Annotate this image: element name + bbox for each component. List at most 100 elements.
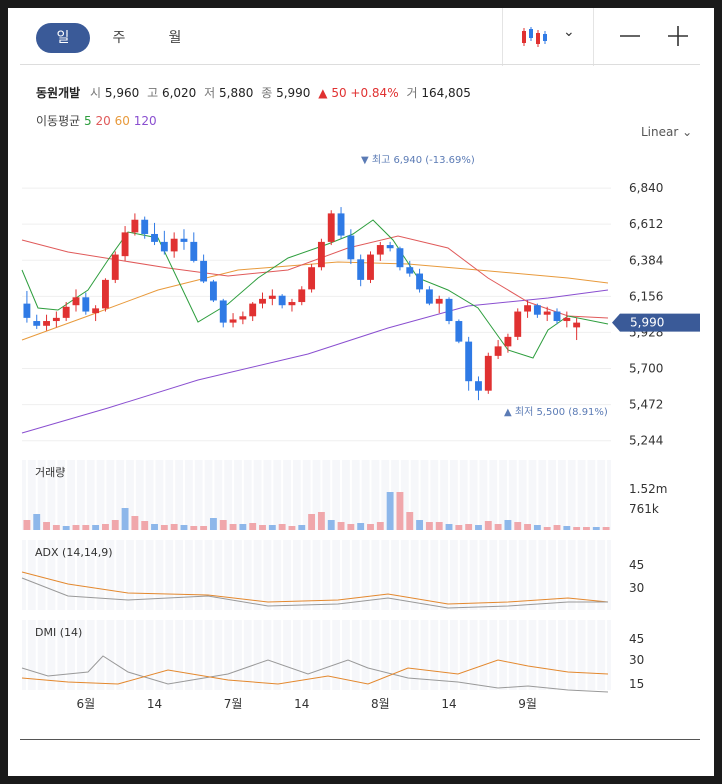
volume-bar (33, 514, 41, 530)
candle-body (533, 305, 541, 315)
volume-title: 거래량 (35, 466, 65, 479)
volume-bar (367, 524, 374, 530)
volume-bar (209, 518, 217, 530)
x-tick-label: 8월 (371, 697, 390, 711)
candle-body (33, 321, 41, 326)
candle-body (23, 303, 31, 318)
price-tick-label: 6,384 (629, 253, 663, 267)
volume-bar (111, 520, 119, 530)
volume-bar (229, 524, 237, 530)
candle-body (347, 235, 355, 260)
candle-body (425, 289, 433, 304)
price-tick-label: 5,700 (629, 362, 663, 376)
volume-bar (583, 527, 590, 530)
candle-body (102, 279, 109, 309)
volume-bar (465, 524, 473, 530)
volume-bar (553, 525, 561, 530)
x-tick-label: 14 (294, 697, 309, 711)
volume-bar (62, 526, 70, 530)
candle-body (327, 213, 335, 242)
current-price-label: 5,990 (630, 316, 664, 330)
volume-bar (268, 525, 276, 530)
candle-body (249, 303, 257, 317)
volume-bar (52, 525, 60, 530)
candle-body (278, 295, 286, 306)
volume-tick-label: 761k (629, 502, 659, 516)
volume-tick-label: 1.52m (629, 482, 667, 496)
volume-bar (102, 524, 109, 530)
volume-bar (386, 492, 394, 530)
volume-bar (249, 523, 257, 530)
chart-canvas[interactable]: 6,8406,6126,3846,1565,9285,7005,4725,244… (8, 8, 714, 738)
adx-tick-label: 45 (629, 558, 644, 572)
candle-body (435, 298, 443, 304)
x-tick-label: 7월 (224, 697, 243, 711)
candle-body (357, 259, 365, 280)
volume-bar (327, 520, 335, 530)
candle-body (494, 346, 502, 356)
candle-body (504, 336, 512, 347)
candle-body (72, 297, 80, 306)
volume-bar (92, 525, 100, 530)
volume-bar (475, 525, 482, 530)
candle-body (514, 311, 522, 337)
candle-body (121, 232, 129, 257)
dmi-tick-label: 15 (629, 677, 644, 691)
volume-bar (484, 521, 492, 530)
volume-bar (288, 526, 296, 530)
volume-bar (23, 520, 31, 530)
candle-body (308, 267, 316, 290)
dmi-panel-bg (22, 620, 611, 690)
low-annotation: ▲ 최저 5,500 (8.91%) (504, 406, 608, 418)
x-tick-label: 9월 (518, 697, 537, 711)
volume-bar (533, 525, 541, 530)
candle-body (376, 245, 384, 255)
candle-body (298, 289, 306, 303)
volume-bar (308, 514, 316, 530)
volume-bar (347, 524, 355, 530)
volume-bar (563, 526, 571, 530)
divider (20, 739, 700, 740)
volume-bar (416, 520, 424, 530)
candle-body (111, 254, 119, 280)
x-tick-label: 6월 (76, 697, 95, 711)
volume-bar (151, 524, 158, 530)
price-tick-label: 6,612 (629, 217, 663, 231)
candle-body (190, 241, 198, 261)
candle-body (455, 321, 463, 342)
dmi-tick-label: 30 (629, 653, 644, 667)
volume-bar (43, 522, 50, 530)
price-tick-label: 5,472 (629, 398, 663, 412)
candle-body (239, 316, 247, 320)
volume-panel-bg (22, 460, 611, 530)
volume-bar (592, 527, 600, 530)
candle-body (268, 295, 276, 299)
volume-bar (602, 527, 610, 530)
candle-body (543, 311, 551, 315)
candle-body (386, 245, 394, 249)
volume-bar (82, 525, 90, 530)
high-annotation: ▼ 최고 6,940 (-13.69%) (361, 154, 475, 166)
candle-body (82, 297, 90, 312)
candle-body (170, 238, 178, 252)
candle-body (406, 267, 414, 274)
volume-bar (455, 525, 463, 530)
candle-body (259, 298, 266, 304)
dmi-tick-label: 45 (629, 632, 644, 646)
volume-bar (435, 522, 443, 530)
candle-body (131, 219, 139, 233)
candle-body (484, 355, 492, 391)
candle-body (465, 341, 473, 382)
volume-bar (396, 492, 404, 530)
candle-body (553, 311, 561, 322)
volume-bar (219, 520, 227, 530)
candle-body (367, 254, 374, 280)
candle-body (445, 298, 453, 322)
volume-bar (180, 525, 188, 530)
volume-bar (239, 524, 247, 530)
candle-body (92, 308, 100, 314)
volume-bar (317, 512, 325, 530)
volume-bar (573, 527, 581, 530)
x-tick-label: 14 (441, 697, 456, 711)
volume-bar (298, 525, 306, 530)
